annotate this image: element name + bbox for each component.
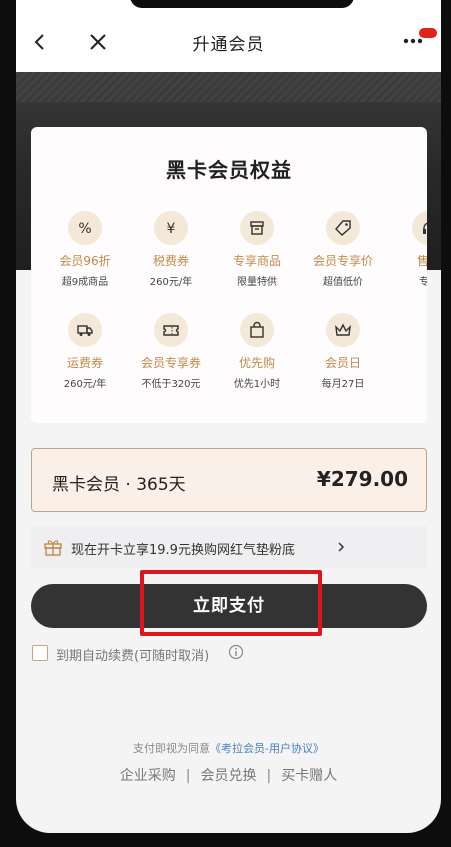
hero-pattern	[16, 72, 441, 102]
notification-badge	[419, 28, 437, 38]
svg-text:%: %	[78, 221, 91, 237]
ticket-icon	[154, 313, 188, 347]
truck-icon	[68, 313, 102, 347]
auto-renew-checkbox[interactable]	[32, 645, 48, 661]
link-member-redeem[interactable]: 会员兑换	[201, 768, 257, 784]
benefit-name: 会员专享价	[312, 254, 373, 268]
membership-plan-option[interactable]: 黑卡会员 · 365天 ¥279.00	[31, 448, 427, 512]
phone-notch	[130, 0, 354, 8]
agreement-prefix: 支付即视为同意	[133, 742, 211, 755]
benefits-card: 黑卡会员权益 % 会员96折 超9成商品 ¥ 税费券 260元/年 专享商品 限…	[31, 127, 427, 423]
chevron-right-icon	[338, 542, 345, 552]
benefit-tax-coupon[interactable]: ¥ 税费券 260元/年	[128, 211, 214, 288]
benefit-after-sales[interactable]: 售后 专属	[386, 211, 427, 288]
separator: |	[185, 768, 191, 784]
benefit-name: 税费券	[152, 254, 189, 268]
footer-links: 企业采购 | 会员兑换 | 买卡赠人	[16, 765, 441, 785]
crown-icon	[326, 313, 360, 347]
separator: |	[266, 768, 272, 784]
auto-renew-label: 到期自动续费(可随时取消)	[56, 649, 210, 664]
highlight-box	[140, 570, 322, 636]
plan-name: 黑卡会员 · 365天	[52, 475, 186, 495]
benefit-desc: 限量特供	[237, 277, 277, 288]
phone-frame: 升通会员 黑卡会员权益 % 会员96折 超9成商品 ¥ 税费券 260元/年 专…	[0, 0, 451, 847]
percent-icon: %	[68, 211, 102, 245]
svg-text:¥: ¥	[167, 221, 176, 237]
user-agreement-link[interactable]: 《考拉会员-用户协议》	[210, 742, 324, 755]
benefit-name: 会员96折	[59, 254, 111, 268]
page-title: 升通会员	[192, 35, 265, 55]
benefit-desc: 不低于320元	[141, 379, 201, 390]
benefit-desc: 每月27日	[321, 379, 365, 390]
benefit-name: 售后	[416, 254, 427, 268]
benefit-desc: 超值低价	[323, 277, 363, 288]
benefit-member-coupon[interactable]: 会员专享券 不低于320元	[128, 313, 214, 390]
benefit-desc: 260元/年	[149, 277, 193, 288]
bag-icon	[240, 313, 274, 347]
gift-icon	[44, 540, 62, 556]
tag-icon	[326, 211, 360, 245]
benefit-desc: 260元/年	[63, 379, 107, 390]
agreement-line: 支付即视为同意《考拉会员-用户协议》	[16, 740, 441, 756]
plan-price: ¥279.00	[316, 467, 408, 491]
benefit-priority-purchase[interactable]: 优先购 优先1小时	[214, 313, 300, 390]
benefit-name: 专享商品	[232, 254, 281, 268]
benefit-name: 优先购	[238, 356, 275, 370]
box-icon	[240, 211, 274, 245]
benefit-name: 运费券	[66, 356, 103, 370]
promo-text: 现在开卡立享19.9元换购网红气垫粉底	[71, 543, 295, 558]
yen-icon: ¥	[154, 211, 188, 245]
link-enterprise-purchase[interactable]: 企业采购	[120, 768, 176, 784]
nav-bar: 升通会员	[16, 0, 441, 72]
promo-banner[interactable]: 现在开卡立享19.9元换购网红气垫粉底	[31, 526, 427, 568]
benefit-discount[interactable]: % 会员96折 超9成商品	[42, 211, 128, 288]
benefits-grid: % 会员96折 超9成商品 ¥ 税费券 260元/年 专享商品 限量特供 会员专…	[31, 127, 427, 423]
info-icon[interactable]	[228, 644, 244, 660]
benefit-name: 会员专享券	[140, 356, 201, 370]
benefit-desc: 超9成商品	[61, 277, 109, 288]
link-gift-card[interactable]: 买卡赠人	[281, 768, 337, 784]
benefit-desc: 优先1小时	[233, 379, 281, 390]
benefit-desc: 专属	[419, 277, 427, 288]
headset-icon	[412, 211, 427, 245]
benefit-exclusive-goods[interactable]: 专享商品 限量特供	[214, 211, 300, 288]
app-screen: 升通会员 黑卡会员权益 % 会员96折 超9成商品 ¥ 税费券 260元/年 专…	[16, 0, 441, 833]
benefit-member-price[interactable]: 会员专享价 超值低价	[300, 211, 386, 288]
benefit-shipping-coupon[interactable]: 运费券 260元/年	[42, 313, 128, 390]
benefit-name: 会员日	[324, 356, 361, 370]
benefit-member-day[interactable]: 会员日 每月27日	[300, 313, 386, 390]
